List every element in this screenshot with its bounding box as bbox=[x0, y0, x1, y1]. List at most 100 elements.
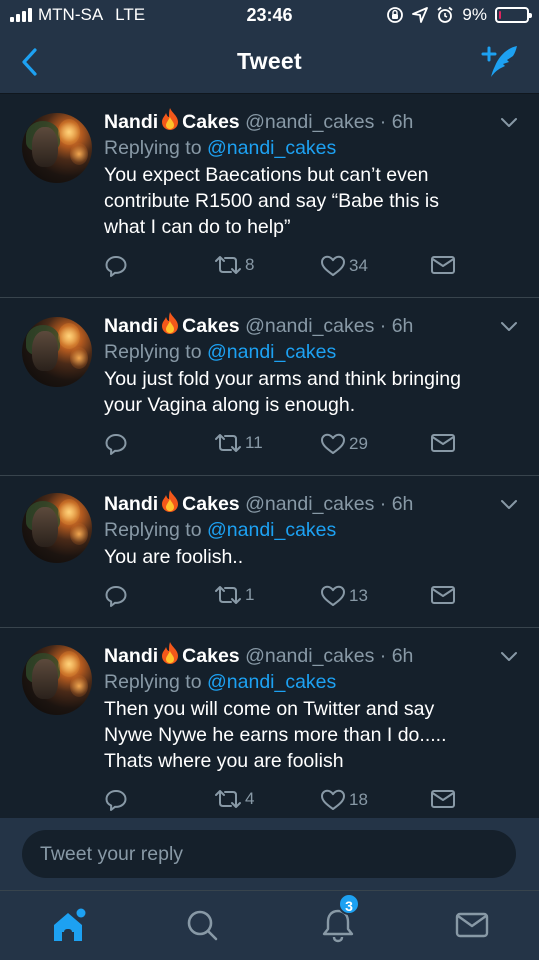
tweet-time: · 6h bbox=[379, 645, 414, 667]
reply-button[interactable] bbox=[104, 432, 128, 456]
retweet-count: 1 bbox=[245, 585, 255, 604]
tweet-time: · 6h bbox=[379, 111, 414, 133]
lock-rotation-icon bbox=[387, 7, 404, 23]
mention-link[interactable]: @nandi_cakes bbox=[207, 137, 336, 159]
display-name[interactable]: Nandi Cakes bbox=[104, 108, 240, 133]
retweet-button[interactable]: 1 bbox=[214, 584, 254, 606]
user-handle[interactable]: @nandi_cakes bbox=[245, 315, 374, 337]
home-icon bbox=[54, 908, 86, 941]
chevron-down-icon[interactable] bbox=[499, 649, 519, 663]
tweet-header: Nandi Cakes @nandi_cakes · 6h bbox=[104, 489, 509, 517]
tweet[interactable]: Nandi Cakes @nandi_cakes · 6h Replying to… bbox=[0, 476, 539, 628]
retweet-button[interactable]: 8 bbox=[214, 254, 254, 276]
envelope-icon bbox=[431, 586, 455, 604]
avatar[interactable] bbox=[22, 645, 92, 715]
like-count: 13 bbox=[349, 586, 368, 605]
retweet-icon bbox=[215, 256, 241, 274]
retweet-count: 4 bbox=[245, 789, 255, 808]
status-right: 9% bbox=[386, 5, 532, 25]
tweet-header: Nandi Cakes @nandi_cakes · 6h bbox=[104, 107, 509, 135]
tweet-actions: 11 29 bbox=[104, 432, 509, 472]
chevron-down-icon[interactable] bbox=[499, 497, 519, 511]
fire-emoji bbox=[162, 642, 179, 664]
tab-messages[interactable] bbox=[452, 905, 492, 945]
fire-emoji bbox=[162, 312, 179, 334]
retweet-button[interactable]: 4 bbox=[214, 788, 254, 810]
like-button[interactable]: 13 bbox=[320, 584, 368, 608]
fire-emoji bbox=[162, 108, 179, 130]
tweet[interactable]: Nandi Cakes @nandi_cakes · 6h Replying to… bbox=[0, 95, 539, 298]
like-count: 18 bbox=[349, 790, 368, 809]
like-count: 29 bbox=[349, 434, 368, 453]
tweet-time: · 6h bbox=[379, 315, 414, 337]
chevron-down-icon[interactable] bbox=[499, 319, 519, 333]
user-handle[interactable]: @nandi_cakes bbox=[245, 645, 374, 667]
tweet[interactable]: Nandi Cakes @nandi_cakes · 6h Replying to… bbox=[0, 298, 539, 476]
share-button[interactable] bbox=[430, 788, 456, 810]
mention-link[interactable]: @nandi_cakes bbox=[207, 341, 336, 363]
page-title: Tweet bbox=[237, 48, 302, 74]
tab-bar: 3 bbox=[0, 890, 539, 960]
reply-icon bbox=[105, 256, 127, 277]
fire-emoji bbox=[162, 490, 179, 512]
battery-icon bbox=[495, 7, 532, 23]
nav-header: Tweet bbox=[0, 32, 539, 94]
mention-link[interactable]: @nandi_cakes bbox=[207, 671, 336, 693]
battery-percent: 9% bbox=[462, 5, 487, 24]
messages-icon bbox=[455, 912, 489, 938]
like-button[interactable]: 18 bbox=[320, 788, 368, 812]
retweet-icon bbox=[215, 790, 241, 808]
tweet-header: Nandi Cakes @nandi_cakes · 6h bbox=[104, 641, 509, 669]
tweet-text: You just fold your arms and think bringi… bbox=[104, 368, 461, 416]
tab-search[interactable] bbox=[182, 905, 222, 945]
user-handle[interactable]: @nandi_cakes bbox=[245, 111, 374, 133]
tab-home[interactable] bbox=[48, 905, 88, 945]
notifications-badge: 3 bbox=[338, 893, 360, 915]
display-name[interactable]: Nandi Cakes bbox=[104, 312, 240, 337]
replying-to: Replying to @nandi_cakes bbox=[104, 137, 337, 159]
search-icon bbox=[187, 910, 218, 941]
heart-icon bbox=[321, 255, 345, 276]
avatar[interactable] bbox=[22, 493, 92, 563]
share-button[interactable] bbox=[430, 584, 456, 606]
like-button[interactable]: 34 bbox=[320, 254, 368, 278]
tweet-text: You are foolish.. bbox=[104, 546, 244, 568]
reply-button[interactable] bbox=[104, 254, 128, 278]
avatar[interactable] bbox=[22, 113, 92, 183]
heart-icon bbox=[321, 585, 345, 606]
tweet-thread: Nandi Cakes @nandi_cakes · 6h Replying to… bbox=[0, 95, 539, 818]
user-handle[interactable]: @nandi_cakes bbox=[245, 493, 374, 515]
envelope-icon bbox=[431, 434, 455, 452]
retweet-count: 8 bbox=[245, 255, 255, 274]
replying-to: Replying to @nandi_cakes bbox=[104, 671, 337, 693]
mention-link[interactable]: @nandi_cakes bbox=[207, 519, 336, 541]
tweet-actions: 8 34 bbox=[104, 254, 509, 294]
display-name[interactable]: Nandi Cakes bbox=[104, 642, 240, 667]
alarm-icon bbox=[437, 6, 453, 23]
tweet-time: · 6h bbox=[379, 493, 414, 515]
tab-notifications[interactable]: 3 bbox=[318, 893, 360, 945]
like-button[interactable]: 29 bbox=[320, 432, 368, 456]
avatar[interactable] bbox=[22, 317, 92, 387]
retweet-button[interactable]: 11 bbox=[214, 432, 263, 454]
reply-icon bbox=[105, 434, 127, 455]
chevron-down-icon[interactable] bbox=[499, 115, 519, 129]
status-bar: MTN-SA LTE 23:46 9% bbox=[0, 0, 539, 32]
reply-input[interactable]: Tweet your reply bbox=[22, 830, 516, 878]
replying-to: Replying to @nandi_cakes bbox=[104, 519, 337, 541]
location-icon bbox=[412, 7, 429, 23]
share-button[interactable] bbox=[430, 254, 456, 276]
reply-button[interactable] bbox=[104, 788, 128, 812]
retweet-icon bbox=[215, 434, 241, 452]
share-button[interactable] bbox=[430, 432, 456, 454]
retweet-icon bbox=[215, 586, 241, 604]
tweet-text: You expect Baecations but can’t even cont… bbox=[104, 164, 439, 238]
reply-icon bbox=[105, 790, 127, 811]
tweet-header: Nandi Cakes @nandi_cakes · 6h bbox=[104, 311, 509, 339]
tweet[interactable]: Nandi Cakes @nandi_cakes · 6h Replying to… bbox=[0, 628, 539, 818]
envelope-icon bbox=[431, 256, 455, 274]
compose-tweet-icon[interactable] bbox=[479, 42, 521, 82]
like-count: 34 bbox=[349, 256, 368, 275]
reply-button[interactable] bbox=[104, 584, 128, 608]
display-name[interactable]: Nandi Cakes bbox=[104, 490, 240, 515]
